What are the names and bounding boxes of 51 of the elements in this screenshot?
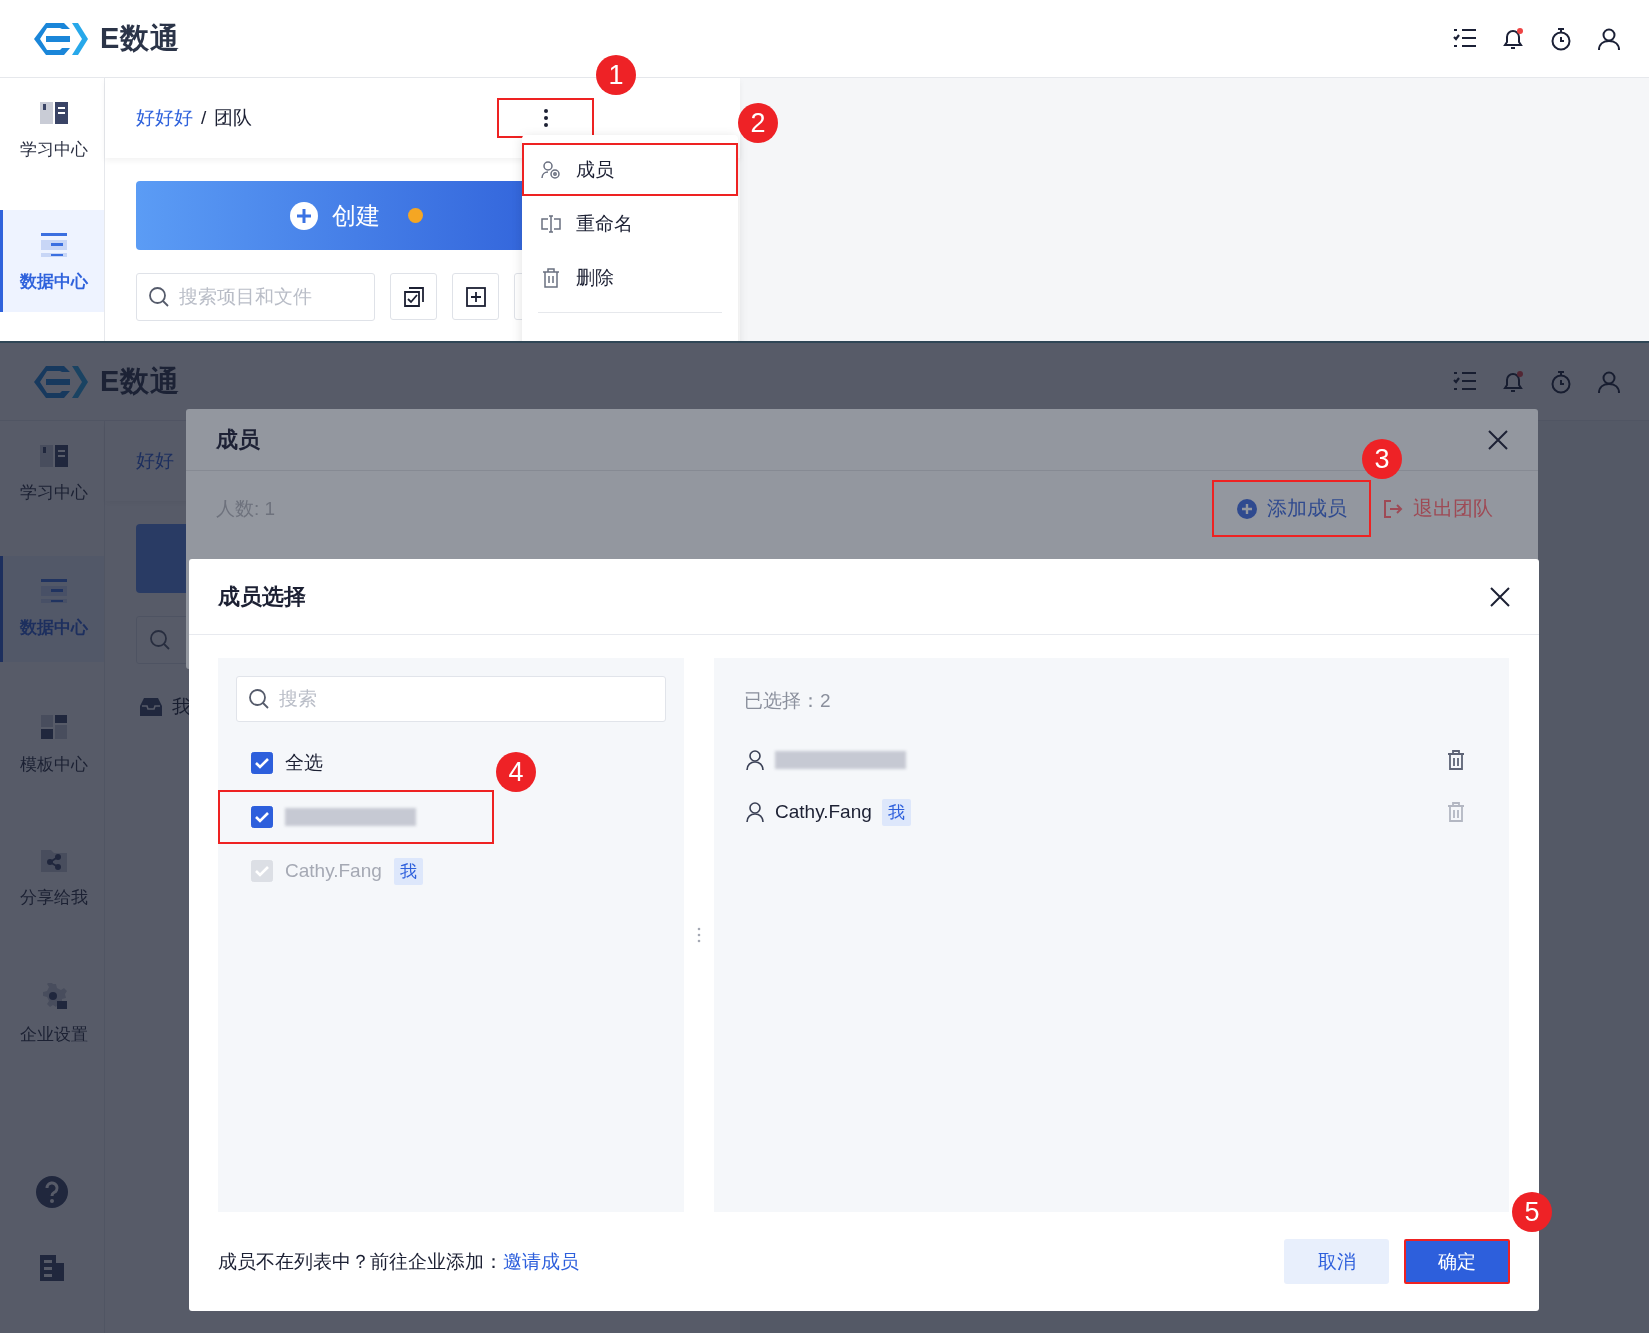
sidebar-item[interactable]: 数据中心: [0, 209, 104, 312]
person-icon: [745, 801, 765, 823]
add-member-button[interactable]: 添加成员: [1212, 480, 1371, 537]
breadcrumb-current: 团队: [214, 106, 253, 130]
invite-link[interactable]: 邀请成员: [503, 1248, 579, 1275]
confirm-button[interactable]: 确定: [1404, 1239, 1510, 1284]
selected-count: 已选择：2: [744, 689, 832, 710]
member-icon: [540, 158, 562, 181]
stopwatch-icon[interactable]: [1549, 26, 1573, 51]
drag-handle-icon[interactable]: [697, 927, 701, 943]
add-square-icon: [465, 286, 486, 307]
plus-icon: [289, 201, 318, 230]
more-icon: [543, 109, 548, 127]
person-icon: [745, 749, 765, 771]
close-icon[interactable]: [1490, 586, 1510, 607]
me-tag: 我: [393, 857, 423, 885]
toolbar-button[interactable]: [452, 273, 499, 320]
member-option[interactable]: [218, 790, 494, 844]
user-icon[interactable]: [1597, 26, 1621, 51]
logo-text: E数通: [100, 20, 181, 56]
delete-icon: [540, 266, 562, 289]
search-icon: [248, 688, 270, 710]
exit-icon: [1383, 498, 1403, 519]
member-name: Cathy.Fang: [775, 801, 872, 823]
toolbar-button[interactable]: [390, 273, 437, 320]
search-icon: [148, 286, 170, 308]
select-all-option[interactable]: 全选: [218, 736, 494, 790]
me-tag: 我: [881, 798, 911, 826]
menu-item[interactable]: 成员: [522, 143, 738, 196]
member-name: Cathy.Fang: [285, 860, 382, 882]
breadcrumb-separator: /: [201, 107, 207, 129]
footer-hint: 成员不在列表中？前往企业添加：: [218, 1249, 503, 1274]
cancel-button[interactable]: 取消: [1284, 1239, 1389, 1284]
checkbox[interactable]: [251, 806, 273, 828]
delete-icon[interactable]: [1446, 749, 1466, 771]
list-icon: [38, 231, 69, 258]
search-field[interactable]: 搜索: [236, 676, 666, 722]
search-field[interactable]: 搜索项目和文件: [136, 273, 375, 321]
dialog-title: 成员: [216, 425, 260, 454]
checkbox[interactable]: [251, 752, 273, 774]
breadcrumb-link[interactable]: 好好好: [136, 105, 193, 131]
dialog-title: 成员选择: [218, 582, 306, 611]
book-icon: [38, 100, 69, 126]
plus-icon: [1236, 498, 1257, 519]
rename-icon: [540, 212, 562, 235]
checklist-icon[interactable]: [1453, 26, 1477, 49]
logo-text: E数通: [100, 363, 181, 399]
checkbox-copy-icon: [403, 286, 424, 307]
bell-icon[interactable]: [1501, 26, 1525, 51]
menu-item[interactable]: 删除: [522, 251, 738, 304]
sidebar-item[interactable]: 学习中心: [0, 78, 104, 181]
